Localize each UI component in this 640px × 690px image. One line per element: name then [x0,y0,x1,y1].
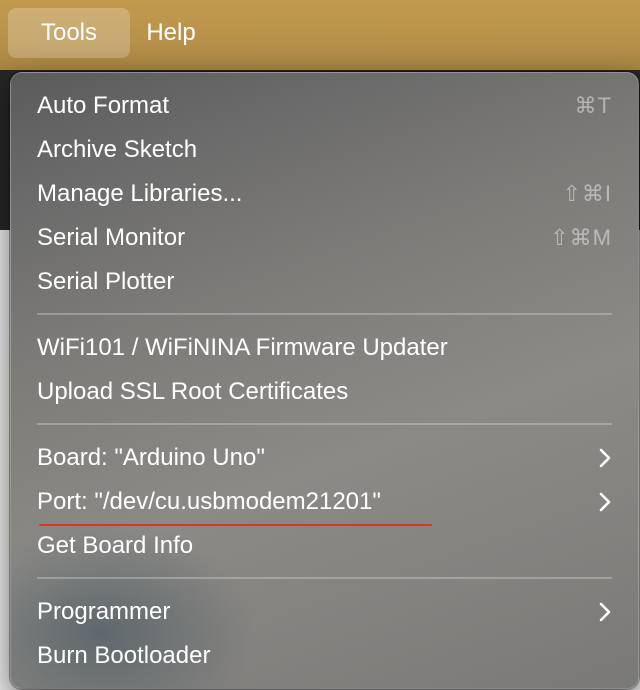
chevron-right-icon [598,591,612,633]
menu-item-burn-bootloader[interactable]: Burn Bootloader [37,635,612,677]
tools-dropdown-menu: Auto Format ⌘T Archive Sketch Manage Lib… [10,72,639,689]
menu-item-programmer[interactable]: Programmer [37,591,612,633]
menu-item-upload-ssl-certificates[interactable]: Upload SSL Root Certificates [37,371,612,413]
menu-item-manage-libraries[interactable]: Manage Libraries... ⇧⌘I [37,173,612,215]
menu-item-label: Auto Format [37,92,170,119]
menu-item-serial-plotter[interactable]: Serial Plotter [37,261,612,303]
menu-item-serial-monitor[interactable]: Serial Monitor ⇧⌘M [37,217,612,259]
menu-item-label: Archive Sketch [37,136,198,163]
menu-separator [37,423,612,425]
menu-item-label: Serial Plotter [37,268,175,295]
menu-item-shortcut: ⌘T [574,93,612,118]
menu-item-get-board-info[interactable]: Get Board Info [37,525,612,567]
menu-item-firmware-updater[interactable]: WiFi101 / WiFiNINA Firmware Updater [37,327,612,369]
chevron-right-icon [598,481,612,523]
menu-separator [37,313,612,315]
menu-item-label: Board: "Arduino Uno" [37,444,265,471]
menu-item-archive-sketch[interactable]: Archive Sketch [37,129,612,171]
menu-item-label: WiFi101 / WiFiNINA Firmware Updater [37,334,448,361]
menu-item-shortcut: ⇧⌘I [562,181,612,206]
menu-bar-help[interactable]: Help [140,8,202,58]
menu-item-label: Serial Monitor [37,224,186,251]
chevron-right-icon [598,437,612,479]
menu-item-label: Upload SSL Root Certificates [37,378,349,405]
menu-bar: Tools Help [0,0,640,71]
menu-separator [37,577,612,579]
menu-item-label: Programmer [37,598,171,625]
menu-item-label: Burn Bootloader [37,642,211,669]
menu-item-label: Manage Libraries... [37,180,243,207]
menu-item-shortcut: ⇧⌘M [550,225,612,250]
menu-item-auto-format[interactable]: Auto Format ⌘T [37,85,612,127]
menu-item-label: Get Board Info [37,532,194,559]
menu-bar-tools[interactable]: Tools [8,8,130,58]
menu-item-port[interactable]: Port: "/dev/cu.usbmodem21201" [37,481,612,523]
menu-item-label: Port: "/dev/cu.usbmodem21201" [37,488,381,515]
menu-item-board[interactable]: Board: "Arduino Uno" [37,437,612,479]
